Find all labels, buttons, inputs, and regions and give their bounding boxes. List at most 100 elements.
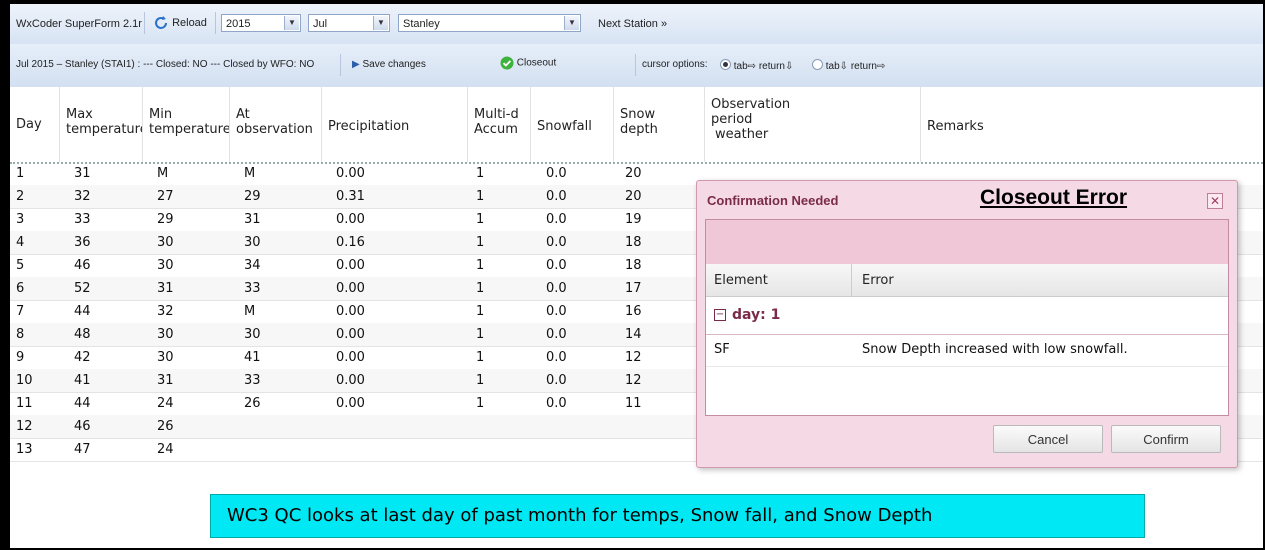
cell-precip[interactable]: 0.00 <box>336 166 365 181</box>
cell-snowdepth[interactable]: 19 <box>625 212 642 227</box>
col-day[interactable]: Day <box>10 87 60 162</box>
cursor-option-2[interactable]: tab⇩ return⇨ <box>812 59 885 72</box>
cell-snowfall[interactable]: 0.0 <box>546 166 567 181</box>
cell-snowfall[interactable]: 0.0 <box>546 396 567 411</box>
cell-day[interactable]: 3 <box>16 212 24 227</box>
cell-max[interactable]: 46 <box>74 419 91 434</box>
cell-precip[interactable]: 0.00 <box>336 281 365 296</box>
cell-snowdepth[interactable]: 17 <box>625 281 642 296</box>
cell-day[interactable]: 12 <box>16 419 33 434</box>
close-icon[interactable]: ✕ <box>1207 193 1223 209</box>
save-changes-button[interactable]: ▶ Save changes <box>352 59 426 70</box>
cell-min[interactable]: 32 <box>157 304 174 319</box>
dialog-header[interactable]: Confirmation Needed Closeout Error ✕ <box>697 181 1237 217</box>
cell-atobs[interactable]: 41 <box>244 350 261 365</box>
col-min-temp[interactable]: Min temperature <box>143 87 230 162</box>
cell-precip[interactable]: 0.31 <box>336 189 365 204</box>
cell-day[interactable]: 4 <box>16 235 24 250</box>
error-group-row[interactable]: − day: 1 <box>706 296 1228 335</box>
cell-multiday[interactable]: 1 <box>476 166 484 181</box>
col-precipitation[interactable]: Precipitation <box>322 87 468 162</box>
cell-precip[interactable]: 0.00 <box>336 373 365 388</box>
cancel-button[interactable]: Cancel <box>993 425 1103 453</box>
cell-min[interactable]: 30 <box>157 235 174 250</box>
cell-multiday[interactable]: 1 <box>476 304 484 319</box>
cell-min[interactable]: 30 <box>157 327 174 342</box>
cell-max[interactable]: 42 <box>74 350 91 365</box>
cell-multiday[interactable]: 1 <box>476 373 484 388</box>
cell-min[interactable]: 24 <box>157 396 174 411</box>
cell-max[interactable]: 46 <box>74 258 91 273</box>
cell-snowdepth[interactable]: 12 <box>625 350 642 365</box>
cell-precip[interactable]: 0.00 <box>336 258 365 273</box>
cell-min[interactable]: 27 <box>157 189 174 204</box>
cell-min[interactable]: 31 <box>157 281 174 296</box>
cell-min[interactable]: 30 <box>157 258 174 273</box>
year-select[interactable]: 2015 ▼ <box>221 14 301 32</box>
cell-snowdepth[interactable]: 11 <box>625 396 642 411</box>
cell-max[interactable]: 44 <box>74 396 91 411</box>
cell-snowfall[interactable]: 0.0 <box>546 258 567 273</box>
cell-max[interactable]: 44 <box>74 304 91 319</box>
cell-snowdepth[interactable]: 14 <box>625 327 642 342</box>
cell-precip[interactable]: 0.00 <box>336 350 365 365</box>
cell-precip[interactable]: 0.00 <box>336 327 365 342</box>
col-error[interactable]: Error <box>862 273 894 288</box>
cell-atobs[interactable]: 33 <box>244 373 261 388</box>
cell-max[interactable]: 48 <box>74 327 91 342</box>
cell-atobs[interactable]: 26 <box>244 396 261 411</box>
error-row[interactable]: SF Snow Depth increased with low snowfal… <box>706 334 1228 367</box>
closeout-button[interactable]: Closeout <box>500 56 556 70</box>
cell-precip[interactable]: 0.00 <box>336 396 365 411</box>
cell-max[interactable]: 47 <box>74 442 91 457</box>
chevron-down-icon[interactable]: ▼ <box>373 16 388 30</box>
cell-multiday[interactable]: 1 <box>476 281 484 296</box>
cell-day[interactable]: 5 <box>16 258 24 273</box>
cell-day[interactable]: 10 <box>16 373 33 388</box>
cell-atobs[interactable]: 30 <box>244 235 261 250</box>
radio-selected-icon[interactable] <box>720 59 731 70</box>
cell-snowdepth[interactable]: 20 <box>625 189 642 204</box>
cell-snowdepth[interactable]: 16 <box>625 304 642 319</box>
cell-snowfall[interactable]: 0.0 <box>546 373 567 388</box>
cell-snowfall[interactable]: 0.0 <box>546 189 567 204</box>
cell-min[interactable]: 31 <box>157 373 174 388</box>
cell-precip[interactable]: 0.00 <box>336 304 365 319</box>
collapse-icon[interactable]: − <box>714 309 726 321</box>
cell-min[interactable]: 24 <box>157 442 174 457</box>
col-element[interactable]: Element <box>714 273 768 288</box>
cell-max[interactable]: 52 <box>74 281 91 296</box>
cell-snowdepth[interactable]: 18 <box>625 235 642 250</box>
cell-multiday[interactable]: 1 <box>476 235 484 250</box>
cell-atobs[interactable]: 30 <box>244 327 261 342</box>
col-snow-depth[interactable]: Snow depth <box>614 87 705 162</box>
station-select[interactable]: Stanley ▼ <box>398 14 581 32</box>
cell-snowfall[interactable]: 0.0 <box>546 327 567 342</box>
cell-day[interactable]: 1 <box>16 166 24 181</box>
cell-atobs[interactable]: 33 <box>244 281 261 296</box>
col-multiday[interactable]: Multi-d Accum <box>468 87 531 162</box>
cell-multiday[interactable]: 1 <box>476 350 484 365</box>
cell-multiday[interactable]: 1 <box>476 189 484 204</box>
cell-multiday[interactable]: 1 <box>476 212 484 227</box>
cell-max[interactable]: 41 <box>74 373 91 388</box>
cell-max[interactable]: 31 <box>74 166 91 181</box>
confirm-button[interactable]: Confirm <box>1111 425 1221 453</box>
cell-min[interactable]: 26 <box>157 419 174 434</box>
cell-max[interactable]: 32 <box>74 189 91 204</box>
cell-day[interactable]: 8 <box>16 327 24 342</box>
col-at-observation[interactable]: At observation <box>230 87 322 162</box>
cell-multiday[interactable]: 1 <box>476 396 484 411</box>
cell-multiday[interactable]: 1 <box>476 258 484 273</box>
cell-snowfall[interactable]: 0.0 <box>546 304 567 319</box>
cell-day[interactable]: 11 <box>16 396 33 411</box>
cell-max[interactable]: 33 <box>74 212 91 227</box>
reload-button[interactable]: Reload <box>153 15 207 31</box>
cell-precip[interactable]: 0.16 <box>336 235 365 250</box>
month-select[interactable]: Jul ▼ <box>308 14 390 32</box>
cell-snowfall[interactable]: 0.0 <box>546 350 567 365</box>
col-observation-period[interactable]: Observation period weather <box>705 87 921 162</box>
cell-day[interactable]: 13 <box>16 442 33 457</box>
cell-snowdepth[interactable]: 18 <box>625 258 642 273</box>
cell-min[interactable]: 30 <box>157 350 174 365</box>
